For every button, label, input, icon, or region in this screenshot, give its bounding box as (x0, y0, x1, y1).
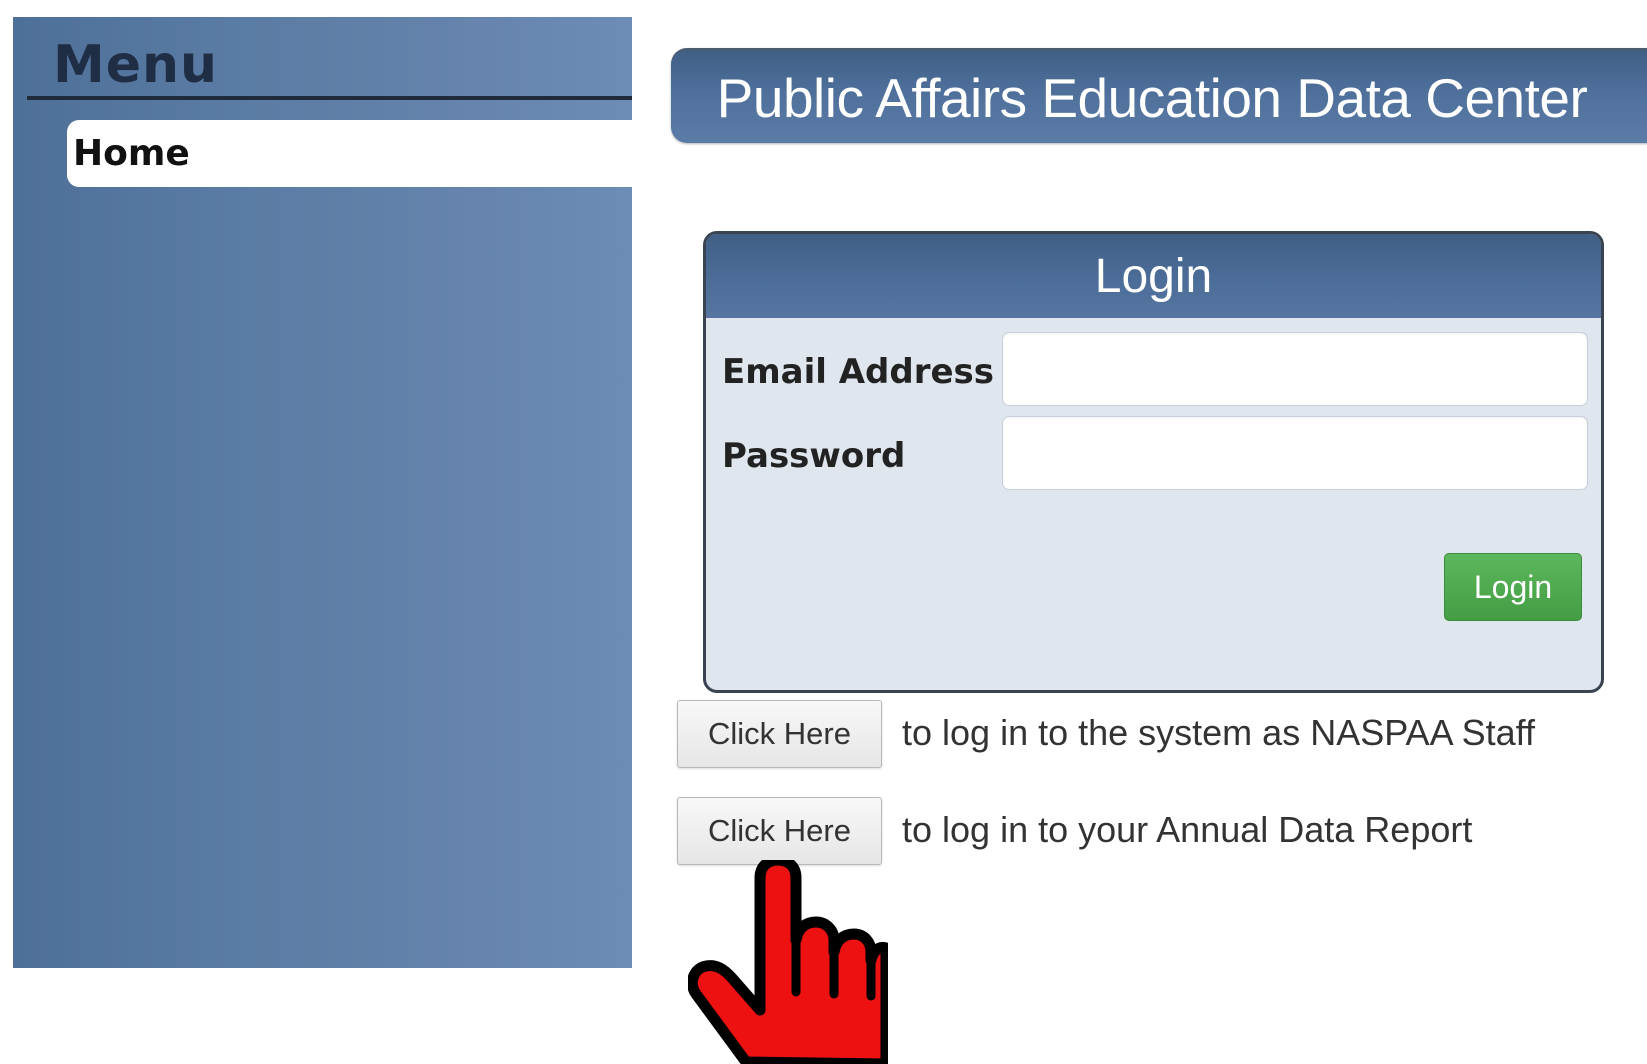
annual-data-report-login-text: to log in to your Annual Data Report (902, 809, 1473, 850)
header-banner: Public Affairs Education Data Center (671, 48, 1647, 143)
naspaa-staff-login-text: to log in to the system as NASPAA Staff (902, 712, 1535, 753)
sidebar-item-home[interactable]: Home (67, 120, 632, 187)
login-panel-header: Login (706, 234, 1601, 318)
login-title: Login (1094, 250, 1213, 303)
email-label: Email Address (722, 352, 995, 392)
naspaa-staff-login-button[interactable]: Click Here (677, 700, 882, 768)
sidebar-title: Menu (53, 35, 219, 95)
page-title: Public Affairs Education Data Center (716, 67, 1588, 129)
password-label: Password (722, 436, 906, 476)
sidebar-divider (27, 96, 632, 100)
annual-data-report-login-button[interactable]: Click Here (677, 797, 882, 865)
login-button[interactable]: Login (1444, 553, 1582, 621)
sidebar-menu: Menu Home (13, 17, 632, 968)
login-panel: Login Email Address Password Login (703, 231, 1604, 693)
password-field[interactable] (1002, 416, 1588, 490)
sidebar-item-label: Home (73, 133, 190, 174)
email-field[interactable] (1002, 332, 1588, 406)
hand-pointer-icon (688, 860, 888, 1064)
